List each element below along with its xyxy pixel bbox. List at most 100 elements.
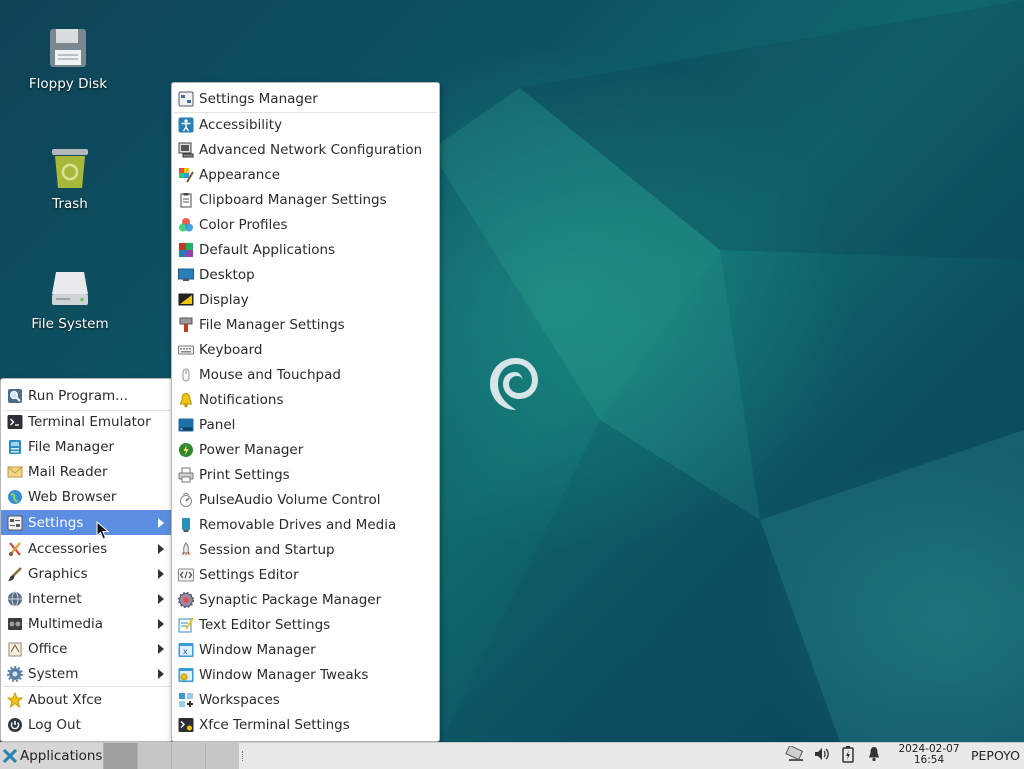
menu-item-mouse-touchpad[interactable]: Mouse and Touchpad [172,362,439,387]
menu-item-session-startup[interactable]: Session and Startup [172,537,439,562]
menu-item-terminal-emulator[interactable]: Terminal Emulator [1,409,172,434]
menu-item-accessibility[interactable]: Accessibility [172,112,439,137]
submenu-arrow-icon [158,619,164,629]
menu-item-removable-drives[interactable]: Removable Drives and Media [172,512,439,537]
menu-item-file-manager[interactable]: File Manager [1,434,172,459]
tray-volume[interactable] [811,747,833,765]
submenu-arrow-icon [158,669,164,679]
menu-item-label: File Manager [28,438,115,455]
menu-item-internet[interactable]: Internet [1,586,172,611]
submenu-arrow-icon [158,544,164,554]
menu-item-window-manager[interactable]: x Window Manager [172,637,439,662]
menu-item-panel[interactable]: Panel [172,412,439,437]
mouse-cursor [96,521,110,540]
workspace-1[interactable] [103,743,137,769]
appearance-icon [178,167,194,183]
menu-item-notifications[interactable]: Notifications [172,387,439,412]
menu-item-settings[interactable]: Settings [1,510,172,535]
menu-item-label: Xfce Terminal Settings [199,716,350,733]
panel-handle[interactable] [242,751,245,761]
desktop-icon-label: Trash [52,196,88,212]
code-icon [178,567,194,583]
menu-item-print-settings[interactable]: Print Settings [172,462,439,487]
desktop-icon-file-system[interactable]: File System [22,266,118,332]
menu-item-graphics[interactable]: Graphics [1,561,172,586]
menu-item-label: Accessories [28,540,108,557]
menu-item-system[interactable]: System [1,661,172,686]
tray-network[interactable] [784,744,806,765]
menu-item-synaptic[interactable]: Synaptic Package Manager [172,587,439,612]
menu-item-label: Terminal Emulator [28,413,151,430]
menu-item-settings-manager[interactable]: Settings Manager [172,86,439,111]
keyboard-icon [178,342,194,358]
workspace-2[interactable] [137,743,171,769]
menu-item-window-manager-tweaks[interactable]: Window Manager Tweaks [172,662,439,687]
menu-item-keyboard[interactable]: Keyboard [172,337,439,362]
desktop-icon-trash[interactable]: Trash [22,146,118,212]
gear-icon [7,665,23,682]
color-profiles-icon [178,217,194,233]
menu-item-label: Log Out [28,716,81,733]
menu-item-advanced-network[interactable]: Advanced Network Configuration [172,137,439,162]
settings-submenu: Settings Manager Accessibility Advanced … [171,82,440,742]
username-label[interactable]: PEPOYO [971,748,1020,763]
menu-item-run-program[interactable]: Run Program... [1,383,172,408]
trash-icon [48,146,92,190]
menu-item-label: System [28,665,79,682]
menu-item-label: Graphics [28,565,88,582]
desktop-icon-floppy-disk[interactable]: Floppy Disk [20,26,116,92]
menu-item-pulseaudio[interactable]: PulseAudio Volume Control [172,487,439,512]
menu-item-mail-reader[interactable]: Mail Reader [1,459,172,484]
settings-manager-icon [178,91,194,107]
multimedia-icon [7,616,23,632]
desktop-icon-label: Floppy Disk [28,76,108,92]
menu-item-label: Synaptic Package Manager [199,591,382,608]
bell-icon [178,392,194,408]
menu-item-log-out[interactable]: Log Out [1,712,172,737]
workspace-3[interactable] [171,743,205,769]
tray-battery[interactable] [838,746,858,765]
submenu-arrow-icon [158,569,164,579]
clock-time: 16:54 [913,754,945,766]
clock[interactable]: 2024-02-07 16:54 [890,744,968,766]
tray-notifications[interactable] [864,747,884,765]
settings-icon [7,515,23,531]
menu-item-office[interactable]: Office [1,636,172,661]
menu-item-multimedia[interactable]: Multimedia [1,611,172,636]
menu-item-settings-editor[interactable]: Settings Editor [172,562,439,587]
menu-item-label: Desktop [199,266,255,283]
xfce-logo-icon [3,749,17,763]
menu-item-label: Keyboard [199,341,263,358]
applications-button[interactable]: Applications [0,743,103,769]
workspace-4[interactable] [205,743,239,769]
submenu-arrow-icon [158,594,164,604]
file-manager-icon [7,439,23,455]
network-icon [178,142,194,158]
window-manager-icon: x [178,642,194,658]
terminal-settings-icon [178,717,194,733]
power-icon [178,442,194,458]
menu-item-web-browser[interactable]: Web Browser [1,484,172,509]
menu-item-workspaces[interactable]: Workspaces [172,687,439,712]
menu-item-display[interactable]: Display [172,287,439,312]
file-manager-settings-icon [178,317,194,333]
logout-icon [7,717,23,733]
menu-item-xfce-terminal-settings[interactable]: Xfce Terminal Settings [172,712,439,737]
menu-item-accessories[interactable]: Accessories [1,536,172,561]
menu-item-label: Mouse and Touchpad [199,366,341,383]
menu-item-label: Office [28,640,68,657]
submenu-arrow-icon [158,518,164,528]
menu-item-clipboard-manager[interactable]: Clipboard Manager Settings [172,187,439,212]
menu-item-desktop[interactable]: Desktop [172,262,439,287]
menu-item-default-applications[interactable]: Default Applications [172,237,439,262]
menu-item-color-profiles[interactable]: Color Profiles [172,212,439,237]
floppy-disk-icon [46,26,90,70]
menu-item-appearance[interactable]: Appearance [172,162,439,187]
menu-item-power-manager[interactable]: Power Manager [172,437,439,462]
desktop-icon-label: File System [31,316,109,332]
menu-item-text-editor-settings[interactable]: Text Editor Settings [172,612,439,637]
internet-icon [7,591,23,607]
menu-item-file-manager-settings[interactable]: File Manager Settings [172,312,439,337]
menu-item-about-xfce[interactable]: About Xfce [1,687,172,712]
window-tweaks-icon [178,667,194,683]
